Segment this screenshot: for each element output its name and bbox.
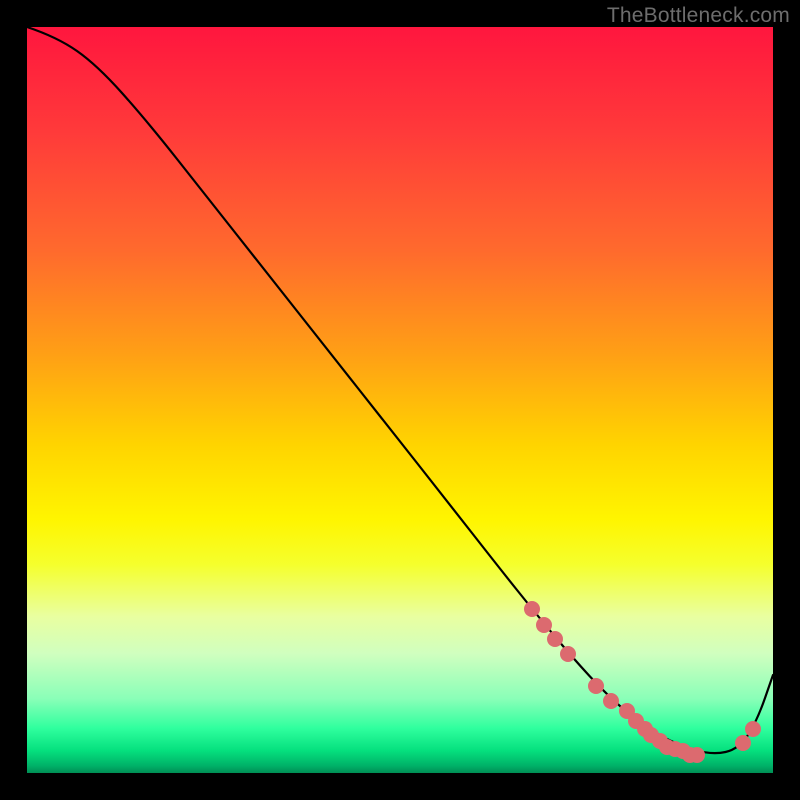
watermark-text: TheBottleneck.com — [607, 4, 790, 28]
curve-svg — [27, 27, 773, 773]
curve-marker — [745, 721, 761, 737]
curve-marker — [689, 747, 705, 763]
curve-marker — [524, 601, 540, 617]
curve-marker — [536, 617, 552, 633]
curve-marker — [603, 693, 619, 709]
plot-area — [27, 27, 773, 773]
curve-marker — [560, 646, 576, 662]
curve-marker — [735, 735, 751, 751]
curve-markers — [524, 601, 761, 763]
chart-stage: TheBottleneck.com — [0, 0, 800, 800]
bottleneck-curve — [27, 27, 773, 753]
curve-marker — [588, 678, 604, 694]
curve-marker — [547, 631, 563, 647]
